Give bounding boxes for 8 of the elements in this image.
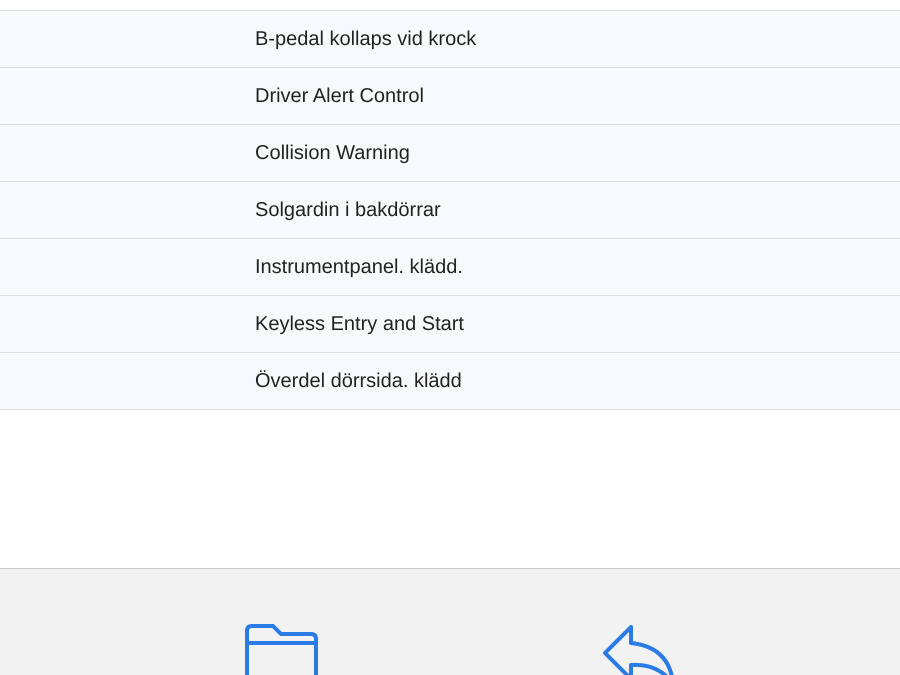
list-item[interactable]: Driver Alert Control [0,68,900,125]
folder-icon[interactable] [243,623,319,675]
list-item[interactable]: Collision Warning [0,125,900,182]
list-item[interactable]: Instrumentpanel. klädd. [0,239,900,296]
list-item[interactable]: B-pedal kollaps vid krock [0,11,900,68]
list-item[interactable]: Överdel dörrsida. klädd [0,353,900,410]
list-item[interactable]: Solgardin i bakdörrar [0,182,900,239]
list-item[interactable]: Keyless Entry and Start [0,296,900,353]
